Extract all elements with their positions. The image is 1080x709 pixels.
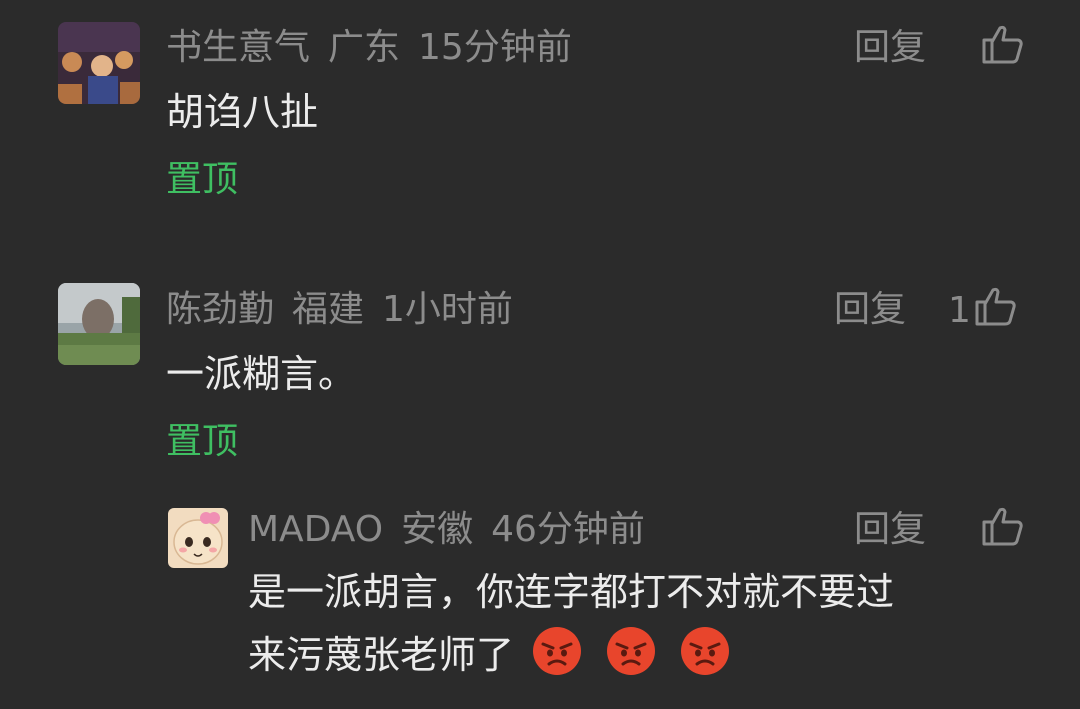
reply-item: MADAO 安徽 46分钟前 回复 是一派胡言，你连字都打不对就不要过 来污蔑张老师… [0, 490, 1080, 709]
like-button[interactable] [978, 24, 1024, 73]
avatar[interactable] [58, 22, 140, 104]
reply-text-line: 来污蔑张老师了 [248, 626, 1048, 691]
angry-face-emoji [680, 626, 730, 691]
comment-item: 陈劲勤 福建 1小时前 回复 1 一派糊言。 置顶 [0, 260, 1080, 480]
author-region: 广东 [328, 27, 401, 68]
author-region: 福建 [292, 289, 365, 330]
pin-button[interactable]: 置顶 [166, 158, 238, 202]
thumbs-up-icon [982, 24, 1024, 73]
like-count: 1 [948, 289, 971, 331]
comment-meta: 陈劲勤 福建 1小时前 [166, 288, 513, 332]
reply-button[interactable]: 回复 [854, 26, 926, 70]
thumbs-up-icon [982, 506, 1024, 555]
author-name[interactable]: MADAO [248, 509, 383, 550]
angry-face-emoji [606, 626, 656, 691]
like-button[interactable]: 1 [948, 286, 1017, 335]
reply-button[interactable]: 回复 [854, 508, 926, 552]
comment-text: 一派糊言。 [166, 352, 357, 396]
comment-item: 书生意气 广东 15分钟前 回复 胡诌八扯 置顶 [0, 0, 1080, 240]
reply-text-line: 是一派胡言，你连字都打不对就不要过 [248, 570, 895, 614]
like-button[interactable] [978, 506, 1024, 555]
reply-text: 是一派胡言，你连字都打不对就不要过 来污蔑张老师了 [248, 564, 1048, 691]
comment-text: 胡诌八扯 [166, 90, 319, 134]
angry-face-emoji [532, 626, 582, 691]
reply-meta: MADAO 安徽 46分钟前 [248, 508, 645, 552]
comment-time: 46分钟前 [491, 509, 645, 550]
author-region: 安徽 [401, 509, 474, 550]
author-name[interactable]: 陈劲勤 [166, 289, 274, 330]
avatar[interactable] [58, 283, 140, 365]
comment-time: 1小时前 [382, 289, 513, 330]
reply-button[interactable]: 回复 [834, 288, 906, 332]
thumbs-up-icon [975, 286, 1017, 335]
avatar[interactable] [168, 508, 228, 568]
author-name[interactable]: 书生意气 [166, 27, 310, 68]
comment-meta: 书生意气 广东 15分钟前 [166, 26, 572, 70]
pin-button[interactable]: 置顶 [166, 420, 238, 464]
reply-text-tail: 来污蔑张老师了 [248, 633, 515, 677]
comment-time: 15分钟前 [418, 27, 572, 68]
